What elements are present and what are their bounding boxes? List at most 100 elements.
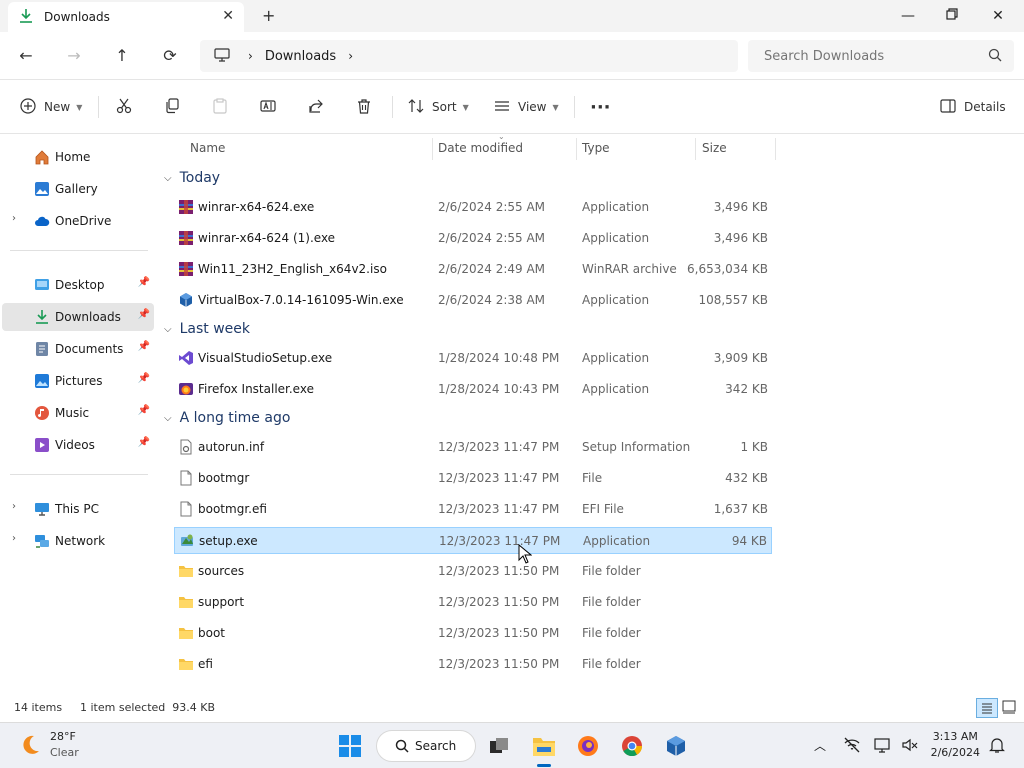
pin-icon[interactable]: 📌 xyxy=(138,341,150,352)
volume-muted-icon[interactable] xyxy=(901,736,919,757)
weather-temperature[interactable]: 28°F xyxy=(50,730,76,743)
share-icon xyxy=(308,98,324,117)
taskbar-search[interactable]: Search xyxy=(376,730,476,762)
details-button[interactable]: Details xyxy=(940,95,1006,119)
file-date: 12/3/2023 11:47 PM xyxy=(439,534,561,548)
cut-button[interactable] xyxy=(116,95,132,119)
pin-icon[interactable]: 📌 xyxy=(138,373,150,384)
system-clock[interactable]: 3:13 AM 2/6/2024 xyxy=(931,729,980,761)
file-row[interactable]: support 12/3/2023 11:50 PM File folder xyxy=(174,589,772,616)
file-row[interactable]: Win11_23H2_English_x64v2.iso 2/6/2024 2:… xyxy=(174,256,772,283)
new-tab-icon[interactable]: + xyxy=(262,6,275,25)
notification-bell-icon[interactable] xyxy=(988,736,1006,757)
file-explorer-taskbar-button[interactable] xyxy=(529,731,559,761)
share-button[interactable] xyxy=(308,95,324,119)
column-header-name[interactable]: Name xyxy=(190,134,225,162)
sidebar-item-this-pc[interactable]: › This PC xyxy=(2,495,154,523)
chevron-right-icon[interactable]: › xyxy=(12,533,16,544)
sidebar-item-downloads[interactable]: Downloads 📌 xyxy=(2,303,154,331)
weather-condition[interactable]: Clear xyxy=(50,746,79,759)
forward-arrow-icon[interactable]: → xyxy=(62,44,86,68)
network-disconnected-icon[interactable] xyxy=(843,736,861,757)
delete-button[interactable] xyxy=(356,95,372,119)
chevron-down-icon[interactable]: ⌵ xyxy=(164,173,172,184)
sidebar-item-gallery[interactable]: Gallery xyxy=(2,175,154,203)
details-view-toggle[interactable] xyxy=(976,698,998,718)
group-header-today[interactable]: ⌵ Today xyxy=(164,164,220,192)
address-bar[interactable]: › Downloads › xyxy=(200,40,738,72)
sidebar-item-desktop[interactable]: Desktop 📌 xyxy=(2,271,154,299)
chevron-down-icon[interactable]: ⌵ xyxy=(164,324,172,335)
paste-button[interactable] xyxy=(212,95,228,119)
file-row[interactable]: VirtualBox-7.0.14-161095-Win.exe 2/6/202… xyxy=(174,287,772,314)
chevron-right-icon[interactable]: › xyxy=(248,49,253,63)
column-header-size[interactable]: Size xyxy=(702,134,727,162)
file-row[interactable]: VisualStudioSetup.exe 1/28/2024 10:48 PM… xyxy=(174,345,772,372)
sort-button[interactable]: Sort ▼ xyxy=(408,95,469,119)
search-icon[interactable] xyxy=(988,48,1002,65)
new-button[interactable]: New ▼ xyxy=(20,95,82,119)
chrome-taskbar-button[interactable] xyxy=(617,731,647,761)
chevron-right-icon[interactable]: › xyxy=(12,501,16,512)
minimize-icon[interactable]: — xyxy=(896,4,920,28)
sidebar-item-onedrive[interactable]: › OneDrive xyxy=(2,207,154,235)
file-row-selected[interactable]: setup.exe 12/3/2023 11:47 PM Application… xyxy=(174,527,772,554)
paste-icon xyxy=(212,97,228,117)
start-button[interactable] xyxy=(335,731,365,761)
sidebar-item-network[interactable]: › Network xyxy=(2,527,154,555)
tab-downloads[interactable]: Downloads ✕ xyxy=(8,2,244,32)
sidebar-item-videos[interactable]: Videos 📌 xyxy=(2,431,154,459)
chevron-right-icon[interactable]: › xyxy=(348,49,353,63)
file-row[interactable]: sources 12/3/2023 11:50 PM File folder xyxy=(174,558,772,585)
chevron-down-icon[interactable]: ⌵ xyxy=(164,413,172,424)
group-header-long-ago[interactable]: ⌵ A long time ago xyxy=(164,404,290,432)
file-row[interactable]: efi 12/3/2023 11:50 PM File folder xyxy=(174,651,772,678)
copy-button[interactable] xyxy=(164,95,180,119)
virtualbox-taskbar-button[interactable] xyxy=(661,731,691,761)
view-button[interactable]: View ▼ xyxy=(494,95,559,119)
sidebar-item-pictures[interactable]: Pictures 📌 xyxy=(2,367,154,395)
close-window-icon[interactable]: ✕ xyxy=(986,4,1010,28)
weather-moon-icon[interactable] xyxy=(18,733,42,760)
column-divider[interactable] xyxy=(576,138,577,160)
file-row[interactable]: boot 12/3/2023 11:50 PM File folder xyxy=(174,620,772,647)
tab-title: Downloads xyxy=(44,10,110,24)
pin-icon[interactable]: 📌 xyxy=(138,309,150,320)
refresh-icon[interactable]: ⟳ xyxy=(158,44,182,68)
pin-icon[interactable]: 📌 xyxy=(138,277,150,288)
search-input[interactable] xyxy=(764,48,984,64)
sidebar-item-documents[interactable]: Documents 📌 xyxy=(2,335,154,363)
column-header-type[interactable]: Type xyxy=(582,134,610,162)
firefox-taskbar-button[interactable] xyxy=(573,731,603,761)
column-divider[interactable] xyxy=(432,138,433,160)
file-row[interactable]: bootmgr 12/3/2023 11:47 PM File 432 KB xyxy=(174,465,772,492)
sidebar-item-home[interactable]: Home xyxy=(2,143,154,171)
monitor-icon[interactable] xyxy=(874,736,892,757)
pin-icon[interactable]: 📌 xyxy=(138,437,150,448)
sidebar-item-label: Pictures xyxy=(55,374,103,388)
task-view-button[interactable] xyxy=(484,731,514,761)
file-row[interactable]: winrar-x64-624 (1).exe 2/6/2024 2:55 AM … xyxy=(174,225,772,252)
chevron-up-icon[interactable]: ︿ xyxy=(814,737,826,754)
search-box[interactable] xyxy=(748,40,1014,72)
file-row[interactable]: winrar-x64-624.exe 2/6/2024 2:55 AM Appl… xyxy=(174,194,772,221)
breadcrumb-downloads[interactable]: Downloads xyxy=(265,49,336,64)
file-row[interactable]: autorun.inf 12/3/2023 11:47 PM Setup Inf… xyxy=(174,434,772,461)
close-tab-icon[interactable]: ✕ xyxy=(222,8,234,24)
group-header-last-week[interactable]: ⌵ Last week xyxy=(164,315,250,343)
tiles-view-toggle[interactable] xyxy=(1002,700,1016,717)
column-divider[interactable] xyxy=(695,138,696,160)
pin-icon[interactable]: 📌 xyxy=(138,405,150,416)
column-header-date[interactable]: Date modified xyxy=(438,134,523,162)
up-arrow-icon[interactable]: ↑ xyxy=(110,44,134,68)
file-row[interactable]: Firefox Installer.exe 1/28/2024 10:43 PM… xyxy=(174,376,772,403)
chevron-right-icon[interactable]: › xyxy=(12,213,16,224)
column-divider[interactable] xyxy=(775,138,776,160)
more-options-button[interactable]: ··· xyxy=(590,95,611,119)
back-arrow-icon[interactable]: ← xyxy=(14,44,38,68)
file-explorer-icon xyxy=(533,738,555,756)
rename-button[interactable] xyxy=(260,95,276,119)
file-row[interactable]: bootmgr.efi 12/3/2023 11:47 PM EFI File … xyxy=(174,496,772,523)
maximize-icon[interactable] xyxy=(940,4,964,28)
sidebar-item-music[interactable]: Music 📌 xyxy=(2,399,154,427)
